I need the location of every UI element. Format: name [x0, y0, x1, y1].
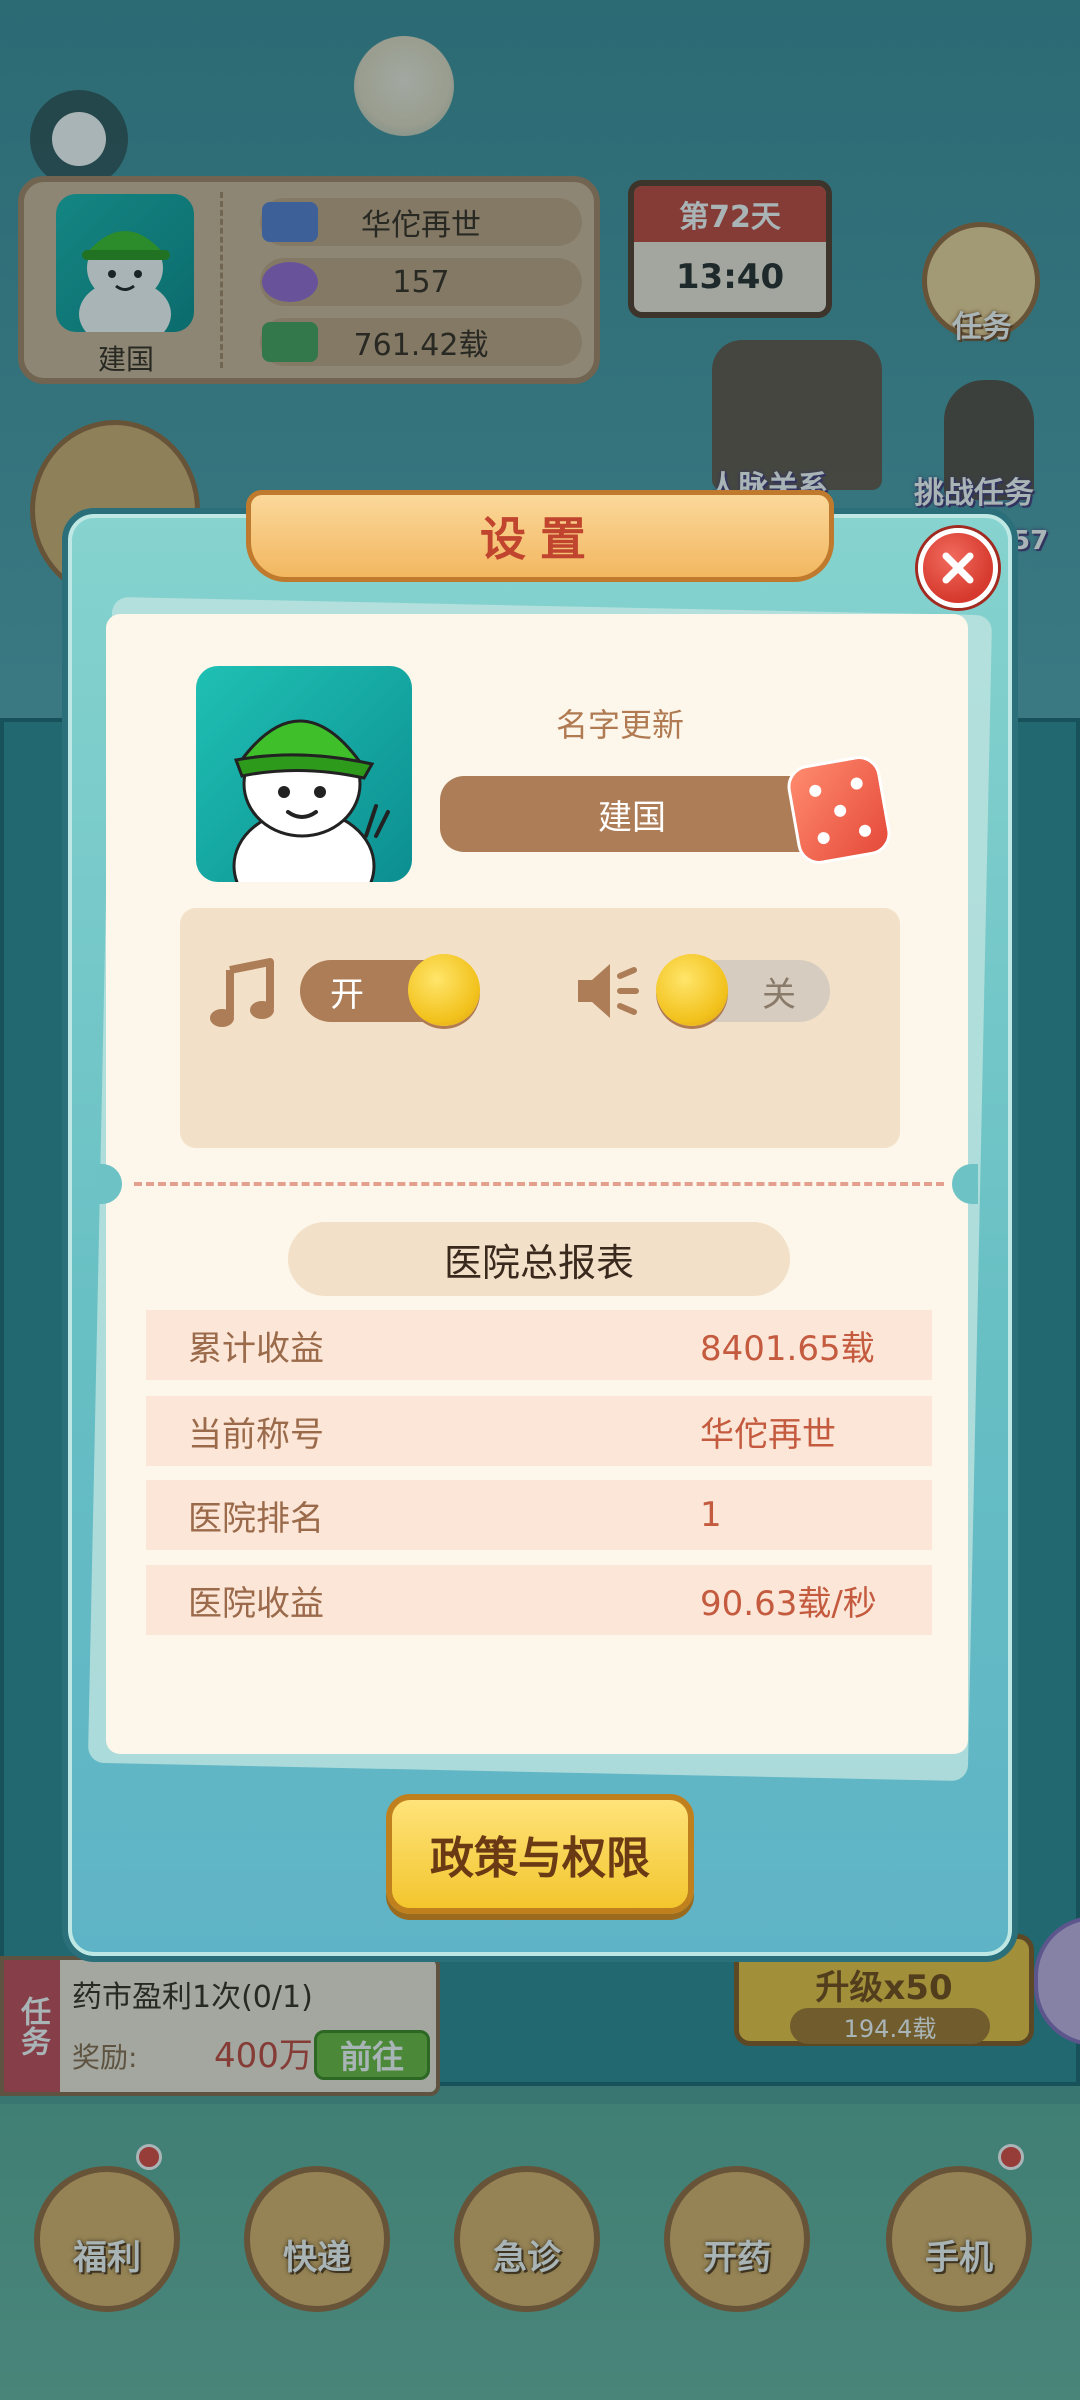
name-update-hint: 名字更新 [555, 706, 684, 744]
report-row-label: 医院收益 [188, 1583, 324, 1624]
name-value[interactable]: 建国 [440, 776, 824, 852]
speaker-icon [578, 964, 639, 1018]
report-row-value: 90.63载/秒 [700, 1583, 877, 1624]
report-row-label: 医院排名 [188, 1498, 324, 1539]
report-row-value: 1 [700, 1495, 722, 1535]
modal-title-banner: 设置 [246, 490, 834, 582]
close-icon [942, 552, 974, 584]
music-note-icon [210, 958, 274, 1027]
music-toggle-label: 开 [330, 974, 364, 1015]
report-title: 医院总报表 [288, 1222, 790, 1296]
music-toggle-knob[interactable] [408, 954, 480, 1026]
avatar-picture[interactable] [196, 666, 412, 882]
report-row-label: 累计收益 [188, 1328, 324, 1369]
report-row-label: 当前称号 [188, 1414, 324, 1455]
player-avatar-icon [232, 719, 390, 882]
report-row-value: 华佗再世 [700, 1414, 836, 1455]
sound-toggle-knob[interactable] [656, 954, 728, 1026]
section-divider [134, 1182, 944, 1186]
modal-title: 设置 [480, 512, 600, 566]
report-row-value: 8401.65载 [700, 1328, 875, 1369]
random-name-dice-icon[interactable] [784, 752, 894, 868]
sound-toggle-label: 关 [762, 974, 796, 1015]
close-button[interactable] [918, 528, 998, 608]
audio-settings-box [180, 908, 900, 1148]
policy-permissions-button[interactable]: 政策与权限 [386, 1794, 694, 1914]
